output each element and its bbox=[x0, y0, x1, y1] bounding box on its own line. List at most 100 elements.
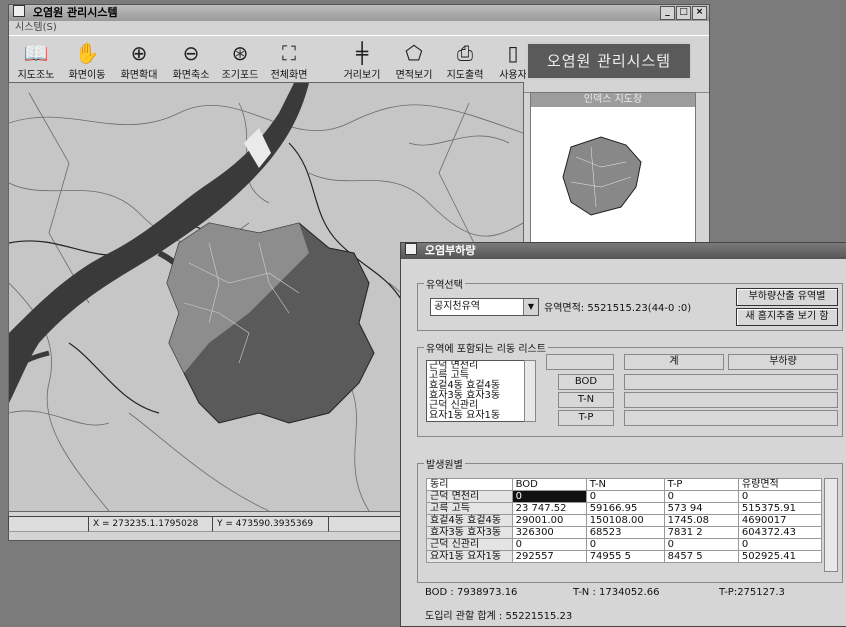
index-map-title: 인덱스 지도창 bbox=[531, 93, 695, 107]
index-map-canvas[interactable] bbox=[531, 107, 695, 243]
load-value-tp bbox=[624, 410, 838, 426]
table-cell[interactable]: 515375.91 bbox=[737, 502, 823, 515]
zoom-reset-icon: ⊛ bbox=[231, 41, 249, 65]
table-scrollbar[interactable] bbox=[824, 478, 838, 572]
table-cell[interactable]: 근덕 면천리 bbox=[426, 490, 513, 503]
table-cell[interactable]: 23 747.52 bbox=[511, 502, 587, 515]
dialog-title: 오염부하량 bbox=[424, 244, 476, 257]
pollution-load-dialog: 오염부하량 유역선택 공지천유역 ▼ 유역면적: 5521515.23(44-0… bbox=[400, 242, 846, 627]
status-extra-panel bbox=[328, 516, 404, 532]
table-cell[interactable]: 근덕 신관리 bbox=[426, 538, 513, 551]
table-cell[interactable]: 68523 bbox=[585, 526, 665, 539]
col-header[interactable]: 유량면적 bbox=[737, 478, 823, 491]
table-cell[interactable]: 150108.00 bbox=[585, 514, 665, 527]
table-cell[interactable]: 0 bbox=[663, 490, 739, 503]
report-button[interactable]: 새 홈지추출 보기 함 bbox=[736, 308, 838, 326]
table-cell[interactable]: 0 bbox=[737, 538, 823, 551]
table-cell[interactable]: 0 bbox=[585, 538, 665, 551]
admin-list-caption: 유역에 포함되는 리동 리스트 bbox=[424, 340, 548, 355]
status-x-coordinate: X = 273235.1.1795028 bbox=[88, 516, 214, 532]
tool-distance-button[interactable]: ╪ 거리보기 bbox=[339, 40, 385, 88]
col-header[interactable]: BOD bbox=[511, 478, 587, 491]
sum-bod: BOD : 7938973.16 bbox=[425, 587, 518, 598]
zoom-in-icon: ⊕ bbox=[130, 41, 148, 65]
table-row[interactable]: 근덕 신관리 0 0 0 0 bbox=[426, 538, 823, 551]
load-corner-cell bbox=[546, 354, 614, 370]
table-cell[interactable]: 7831 2 bbox=[663, 526, 739, 539]
table-cell[interactable]: 573 94 bbox=[663, 502, 739, 515]
load-col-total: 계 bbox=[624, 354, 724, 370]
main-titlebar: 오염원 관리시스템 _ □ × bbox=[9, 5, 709, 21]
tool-map-button[interactable]: 📖 지도조노 bbox=[13, 40, 59, 88]
table-cell[interactable]: 326300 bbox=[511, 526, 587, 539]
tool-fullscreen-button[interactable]: ⛶ 전체화면 bbox=[265, 40, 313, 88]
table-row[interactable]: 근덕 면천리 0 0 0 0 bbox=[426, 490, 823, 503]
table-cell[interactable]: 292557 bbox=[511, 550, 587, 563]
table-cell[interactable]: 4690017 bbox=[737, 514, 823, 527]
table-cell[interactable]: 0 bbox=[511, 538, 587, 551]
table-cell[interactable]: 요자1동 요자1동 bbox=[426, 550, 513, 563]
table-row[interactable]: 효자3동 효자3동 326300 68523 7831 2 604372.43 bbox=[426, 526, 823, 539]
maximize-button[interactable]: □ bbox=[676, 6, 691, 20]
basin-select-value: 공지천유역 bbox=[434, 301, 480, 312]
total-area: 도입리 관할 합계 : 55221515.23 bbox=[425, 611, 573, 622]
basin-area-text: 유역면적: 5521515.23(44-0 :0) bbox=[544, 303, 692, 314]
admin-listbox[interactable]: 근덕 면천리 고륵 고득 효겉4동 효겉4동 효자3동 효자3동 근덕 신관리 … bbox=[426, 360, 532, 422]
table-cell[interactable]: 29001.00 bbox=[511, 514, 587, 527]
tool-print-button[interactable]: ⎙ 지도출력 bbox=[441, 40, 489, 88]
dialog-icon bbox=[405, 243, 417, 255]
table-cell[interactable]: 효자3동 효자3동 bbox=[426, 526, 513, 539]
chevron-down-icon[interactable]: ▼ bbox=[523, 299, 538, 315]
printer-icon: ⎙ bbox=[457, 41, 473, 65]
table-cell[interactable]: 0 bbox=[737, 490, 823, 503]
main-title: 오염원 관리시스템 bbox=[32, 6, 118, 19]
col-header[interactable]: 동리 bbox=[426, 478, 513, 491]
admin-list-scrollbar[interactable] bbox=[524, 360, 536, 422]
tool-area-button[interactable]: ⬠ 면적보기 bbox=[391, 40, 437, 88]
tool-initial-button[interactable]: ⊛ 조기포드 bbox=[217, 40, 263, 88]
minimize-button[interactable]: _ bbox=[660, 6, 675, 20]
table-cell[interactable]: 0 bbox=[663, 538, 739, 551]
table-cell[interactable]: 8457 5 bbox=[663, 550, 739, 563]
index-map-panel: 인덱스 지도창 bbox=[530, 92, 696, 244]
table-row[interactable]: 효겉4동 효겉4동 29001.00 150108.00 1745.08 469… bbox=[426, 514, 823, 527]
load-col-load: 부하량 bbox=[728, 354, 838, 370]
fullscreen-icon: ⛶ bbox=[282, 41, 296, 65]
table-cell[interactable]: 0 bbox=[585, 490, 665, 503]
table-cell[interactable]: 효겉4동 효겉4동 bbox=[426, 514, 513, 527]
table-cell[interactable]: 0 bbox=[511, 490, 587, 503]
dialog-titlebar: 오염부하량 bbox=[401, 243, 846, 259]
col-header[interactable]: T-N bbox=[585, 478, 665, 491]
calc-load-button[interactable]: 부하량산출 유역별 bbox=[736, 288, 838, 306]
sum-tp: T-P:275127.3 bbox=[719, 587, 785, 598]
tool-zoom-in-button[interactable]: ⊕ 화면확대 bbox=[115, 40, 163, 88]
load-value-tn bbox=[624, 392, 838, 408]
ruler-icon: ╪ bbox=[355, 41, 369, 65]
load-row-bod: BOD bbox=[558, 374, 614, 390]
tool-zoom-out-button[interactable]: ⊖ 화면축소 bbox=[167, 40, 215, 88]
basin-select[interactable]: 공지천유역 ▼ bbox=[430, 298, 539, 316]
col-header[interactable]: T-P bbox=[663, 478, 739, 491]
table-cell[interactable]: 502925.41 bbox=[737, 550, 823, 563]
menubar: 시스템(S) bbox=[9, 21, 709, 35]
table-row[interactable]: 요자1동 요자1동 292557 74955 5 8457 5 502925.4… bbox=[426, 550, 823, 563]
list-item[interactable]: 요자1동 요자1동 bbox=[427, 411, 531, 421]
menu-system[interactable]: 시스템(S) bbox=[15, 22, 57, 33]
sum-tn: T-N : 1734052.66 bbox=[573, 587, 660, 598]
table-header-row: 동리 BOD T-N T-P 유량면적 bbox=[426, 478, 823, 491]
status-empty-panel bbox=[8, 516, 90, 532]
source-table[interactable]: 동리 BOD T-N T-P 유량면적 근덕 면천리 0 0 0 0 고륵 고득… bbox=[426, 478, 823, 563]
table-cell[interactable]: 1745.08 bbox=[663, 514, 739, 527]
close-button[interactable]: × bbox=[692, 6, 707, 20]
basin-select-group: 유역선택 공지천유역 ▼ 유역면적: 5521515.23(44-0 :0) 부… bbox=[417, 276, 843, 331]
table-cell[interactable]: 604372.43 bbox=[737, 526, 823, 539]
table-row[interactable]: 고륵 고득 23 747.52 59166.95 573 94 515375.9… bbox=[426, 502, 823, 515]
table-cell[interactable]: 고륵 고득 bbox=[426, 502, 513, 515]
admin-list-group: 유역에 포함되는 리동 리스트 근덕 면천리 고륵 고득 효겉4동 효겉4동 효… bbox=[417, 340, 843, 437]
zoom-out-icon: ⊖ bbox=[182, 41, 200, 65]
table-cell[interactable]: 74955 5 bbox=[585, 550, 665, 563]
app-icon bbox=[13, 5, 25, 17]
table-cell[interactable]: 59166.95 bbox=[585, 502, 665, 515]
load-row-tn: T-N bbox=[558, 392, 614, 408]
tool-pan-button[interactable]: ✋ 화면이동 bbox=[63, 40, 111, 88]
